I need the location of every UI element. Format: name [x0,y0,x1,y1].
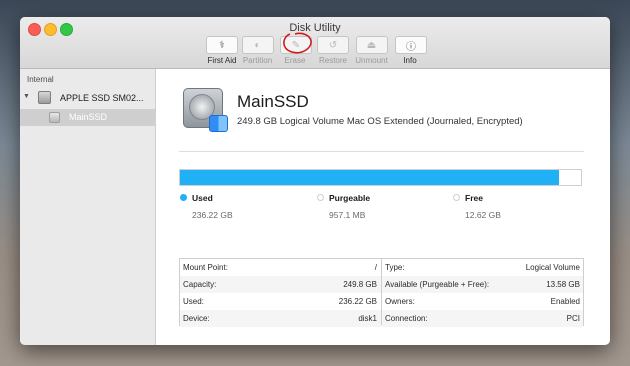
volume-description: 249.8 GB Logical Volume Mac OS Extended … [237,116,523,127]
table-value: Enabled [550,297,580,306]
legend-label: Used [192,193,213,203]
legend-dot [453,194,460,201]
legend-dot [180,194,187,201]
usage-bar [179,169,582,186]
finder-badge-icon [209,115,228,132]
sidebar-item-volume[interactable]: MainSSD [20,109,155,126]
table-value: Logical Volume [525,263,580,272]
unmount-icon: ⏏ [355,36,388,54]
unmount-button[interactable]: ⏏ Unmount [353,36,390,65]
volume-icon [49,112,60,123]
legend-amount: 957.1 MB [329,210,366,220]
main-pane: MainSSD 249.8 GB Logical Volume Mac OS E… [156,69,610,345]
restore-button[interactable]: ↺ Restore [316,36,350,65]
first-aid-button[interactable]: ⚕ First Aid [204,36,240,65]
table-value: 13.58 GB [546,280,580,289]
legend-amount: 12.62 GB [465,210,501,220]
disclosure-triangle-icon[interactable]: ▼ [23,93,30,100]
info-button[interactable]: ⓘ Info [395,36,427,65]
volume-title: MainSSD [237,92,309,111]
table-value: PCI [566,314,580,323]
stethoscope-icon: ⚕ [206,36,238,54]
legend-dot [317,194,324,201]
sidebar-section-internal: Internal [27,75,54,84]
divider [179,151,584,152]
hard-drive-icon [183,88,228,132]
volume-name: MainSSD [69,112,108,122]
toolbar-label: Partition [242,56,273,65]
restore-icon: ↺ [317,36,349,54]
window-title: Disk Utility [289,22,341,34]
toolbar-label: Info [403,56,417,65]
info-table: Mount Point: / Type: Logical Volume Capa… [179,258,584,327]
column-divider [381,259,382,325]
legend-label: Free [465,193,483,203]
partition-icon: ◐ [241,36,274,54]
legend-amount: 236.22 GB [192,210,233,220]
disk-utility-window: Disk Utility ⚕ First Aid ◐ Partition ✎ E… [20,17,610,345]
info-icon: ⓘ [395,36,427,54]
toolbar-label: Unmount [355,56,388,65]
legend-label: Purgeable [329,193,371,203]
toolbar-label: First Aid [207,56,237,65]
partition-button[interactable]: ◐ Partition [240,36,275,65]
table-value: 249.8 GB [343,280,377,289]
disk-name: APPLE SSD SM02... [60,93,144,103]
table-value: disk1 [358,314,377,323]
title-bar: Disk Utility ⚕ First Aid ◐ Partition ✎ E… [20,17,610,69]
toolbar-label: Erase [284,56,306,65]
red-circle-annotation [283,32,312,54]
toolbar-label: Restore [318,56,347,65]
disk-icon [38,91,51,104]
usage-bar-used [180,170,559,185]
sidebar-item-disk[interactable]: ▼ APPLE SSD SM02... [20,89,155,108]
sidebar: Internal ▼ APPLE SSD SM02... MainSSD [20,69,156,345]
table-value: 236.22 GB [338,297,377,306]
table-value: / [374,263,377,272]
